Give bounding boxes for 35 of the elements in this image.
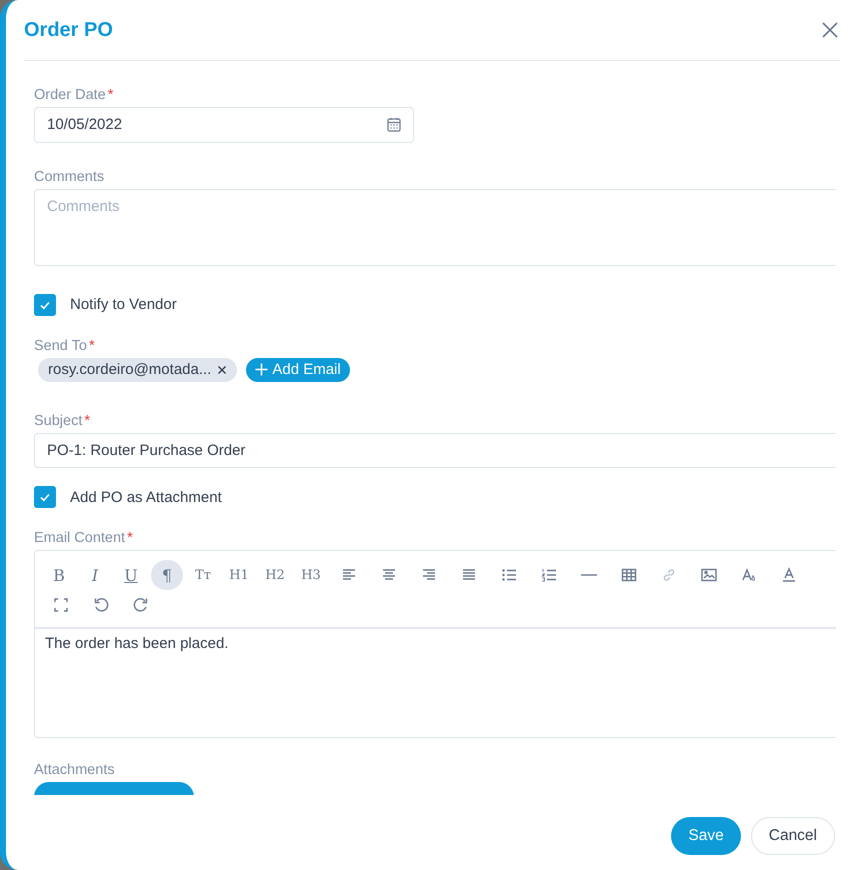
date-field[interactable]: 10/05/2022	[34, 107, 414, 143]
dialog-title: Order PO	[24, 18, 113, 42]
format-button[interactable]: I	[79, 560, 111, 590]
format-button[interactable]: H3	[295, 560, 327, 590]
checkbox[interactable]	[34, 294, 56, 316]
field-label: Attachments	[34, 762, 116, 778]
cancel-button[interactable]: Cancel	[750, 817, 835, 855]
plus-icon	[255, 363, 268, 376]
format-button[interactable]: Tт	[187, 560, 219, 590]
checkbox[interactable]	[34, 486, 56, 508]
format-button[interactable]: H1	[223, 560, 255, 590]
field-label: Subject*	[34, 412, 92, 429]
format-button[interactable]: B	[43, 560, 75, 590]
field-label: Send To*	[34, 338, 96, 354]
format-button[interactable]: ¶	[151, 560, 183, 590]
field-label: Order Date*	[34, 87, 114, 103]
remove-icon[interactable]	[217, 364, 228, 375]
checkbox-label: Add PO as Attachment	[70, 488, 222, 506]
required-mark: *	[88, 338, 95, 354]
subject-field[interactable]: PO-1: Router Purchase Order	[34, 432, 836, 468]
calendar-icon[interactable]	[387, 117, 401, 132]
format-button[interactable]: H2	[259, 560, 291, 590]
save-button[interactable]: Save	[671, 817, 741, 855]
email-chip: rosy.cordeiro@motada...	[38, 358, 238, 382]
format-button[interactable]: U	[115, 560, 147, 590]
close-icon[interactable]	[820, 20, 840, 40]
field-label: Comments	[34, 168, 106, 185]
email-body[interactable]: The order has been placed.	[35, 629, 836, 658]
checkbox-label: Notify to Vendor	[70, 296, 177, 314]
field-label: Email Content*	[34, 530, 134, 546]
comments-field[interactable]: Comments	[34, 188, 836, 266]
required-mark: *	[108, 87, 114, 103]
required-mark: *	[127, 530, 133, 546]
add-email-button[interactable]: Add Email	[246, 358, 350, 382]
required-mark: *	[84, 412, 90, 429]
